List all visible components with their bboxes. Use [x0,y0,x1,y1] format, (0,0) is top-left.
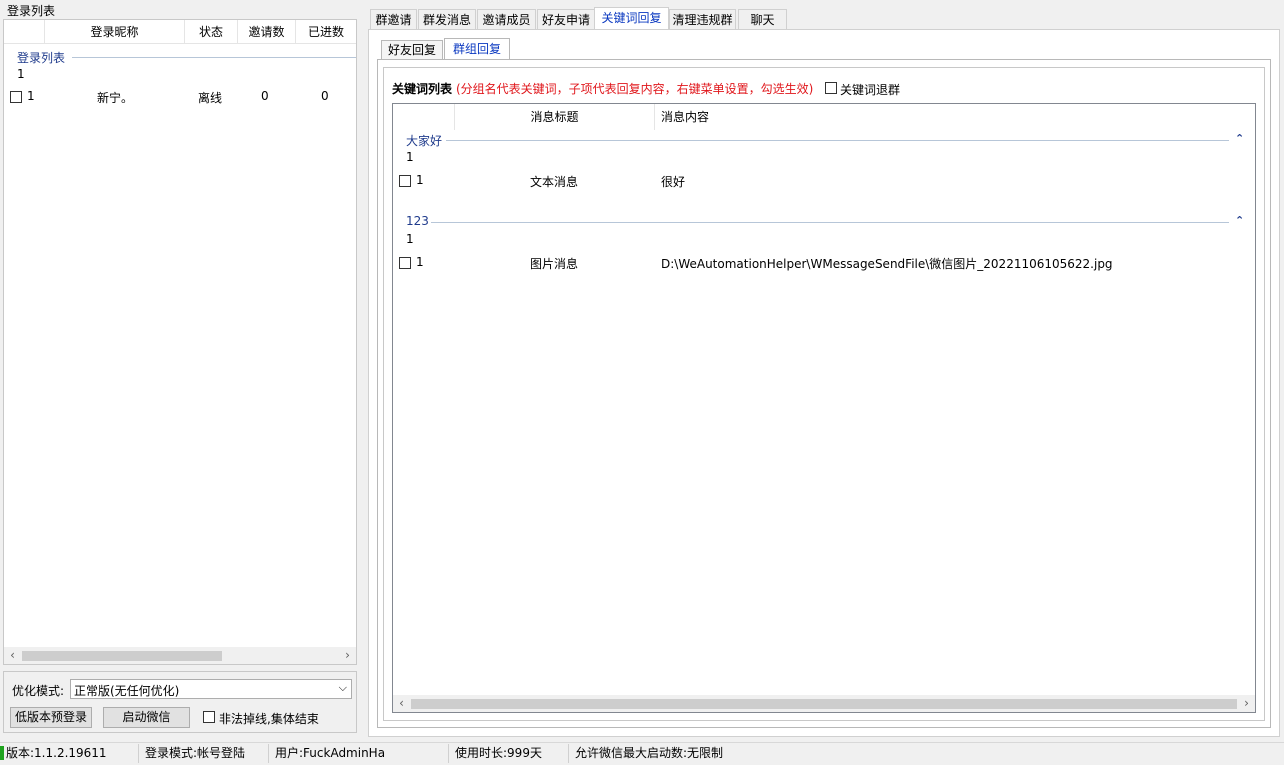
keyword-quit-group-label: 关键词退群 [840,83,901,97]
item-content: D:\WeAutomationHelper\WMessageSendFile\微… [661,257,1113,271]
keyword-list-header: 消息标题 消息内容 [393,104,1255,130]
arrow-left-icon[interactable]: ‹ [4,647,21,664]
keyword-group-2-name[interactable]: 123 [406,214,429,228]
status-max-start: 允许微信最大启动数:无限制 [575,746,724,760]
scroll-thumb[interactable] [22,651,222,661]
tab-clean-groups[interactable]: 清理违规群 [669,9,736,30]
keyword-reply-page: 好友回复 群组回复 关键词列表 (分组名代表关键词，子项代表回复内容，右键菜单设… [368,29,1280,737]
keyword-groupbox: 关键词列表 (分组名代表关键词，子项代表回复内容，右键菜单设置，勾选生效) 关键… [383,67,1265,721]
arrow-left-icon[interactable]: ‹ [393,695,410,712]
start-wechat-button[interactable]: 启动微信 [103,707,190,728]
row-invites: 0 [261,89,269,103]
col-joined[interactable]: 已进数 [296,20,356,44]
keyword-list-view[interactable]: 消息标题 消息内容 大家好 ⌃ 1 1 文本消息 很好 123 ⌃ 1 1 图片… [392,103,1256,713]
keyword-list-hint: (分组名代表关键词，子项代表回复内容，右键菜单设置，勾选生效) [456,82,814,96]
login-list-panel[interactable]: 登录昵称 状态 邀请数 已进数 登录列表 1 1 新宁。 离线 0 0 ‹ › [3,19,357,665]
row-checkbox[interactable] [10,91,22,103]
status-user: 用户:FuckAdminHa [269,744,449,763]
list-item[interactable]: 1 图片消息 D:\WeAutomationHelper\WMessageSen… [393,254,1255,272]
item-index: 1 [416,173,424,187]
login-list-hscrollbar[interactable]: ‹ › [4,647,356,664]
subtab-group-reply[interactable]: 群组回复 [444,38,510,60]
login-list-title: 登录列表 [7,4,56,18]
keyword-list-title: 关键词列表 [392,82,453,96]
login-group-divider [72,57,356,58]
low-version-login-button[interactable]: 低版本预登录 [10,707,92,728]
list-item[interactable]: 1 文本消息 很好 [393,172,1255,190]
tab-friend-request[interactable]: 好友申请 [537,9,595,30]
table-row[interactable]: 1 新宁。 离线 0 0 [4,88,356,106]
chevron-up-icon[interactable]: ⌃ [1235,214,1244,227]
login-group-count: 1 [17,67,25,81]
item-checkbox[interactable] [399,257,411,269]
chevron-down-icon: ⌵ [338,681,347,694]
login-list-header: 登录昵称 状态 邀请数 已进数 [4,20,356,44]
mode-select[interactable]: 正常版(无任何优化) ⌵ [70,679,352,699]
tab-chat[interactable]: 聊天 [738,9,787,30]
keyword-list-hscrollbar[interactable]: ‹ › [393,695,1255,712]
tab-invite-members[interactable]: 邀请成员 [477,9,536,30]
keyword-group-1-count: 1 [406,150,414,164]
keyword-group-2-divider [431,222,1229,223]
item-checkbox[interactable] [399,175,411,187]
login-group-label[interactable]: 登录列表 [17,49,65,66]
row-index: 1 [27,89,35,103]
keyword-group-1-divider [446,140,1229,141]
mode-select-value: 正常版(无任何优化) [74,684,180,698]
status-login-mode: 登录模式:帐号登陆 [139,744,269,763]
col-status[interactable]: 状态 [185,20,238,44]
chevron-up-icon[interactable]: ⌃ [1235,132,1244,145]
options-box: 优化模式: 正常版(无任何优化) ⌵ 低版本预登录 启动微信 非法掉线,集体结束 [3,671,357,733]
mode-label: 优化模式: [12,684,65,698]
row-nickname: 新宁。 [97,91,134,105]
tab-mass-message[interactable]: 群发消息 [418,9,476,30]
illegal-drop-label: 非法掉线,集体结束 [219,712,319,726]
col-invites[interactable]: 邀请数 [238,20,296,44]
row-joined: 0 [321,89,329,103]
col-message-title[interactable]: 消息标题 [455,104,655,130]
tab-group-invite[interactable]: 群邀请 [370,9,417,30]
illegal-drop-checkbox[interactable] [203,711,215,723]
tab-keyword-reply[interactable]: 关键词回复 [594,7,669,30]
item-content: 很好 [661,175,686,189]
arrow-right-icon[interactable]: › [339,647,356,664]
item-title: 图片消息 [530,257,579,271]
item-index: 1 [416,255,424,269]
arrow-right-icon[interactable]: › [1238,695,1255,712]
status-version: 版本:1.1.2.19611 [0,744,139,763]
subtab-friend-reply[interactable]: 好友回复 [381,40,443,60]
scroll-thumb[interactable] [411,699,1237,709]
keyword-group-2-count: 1 [406,232,414,246]
col-message-content[interactable]: 消息内容 [655,104,1255,130]
col-nickname[interactable]: 登录昵称 [45,20,185,44]
keyword-group-1-name[interactable]: 大家好 [406,132,442,149]
status-usage: 使用时长:999天 [449,744,569,763]
subtab-page: 关键词列表 (分组名代表关键词，子项代表回复内容，右键菜单设置，勾选生效) 关键… [377,59,1271,728]
keyword-quit-group-checkbox[interactable] [825,82,837,94]
item-title: 文本消息 [530,175,579,189]
row-status: 离线 [198,91,223,105]
